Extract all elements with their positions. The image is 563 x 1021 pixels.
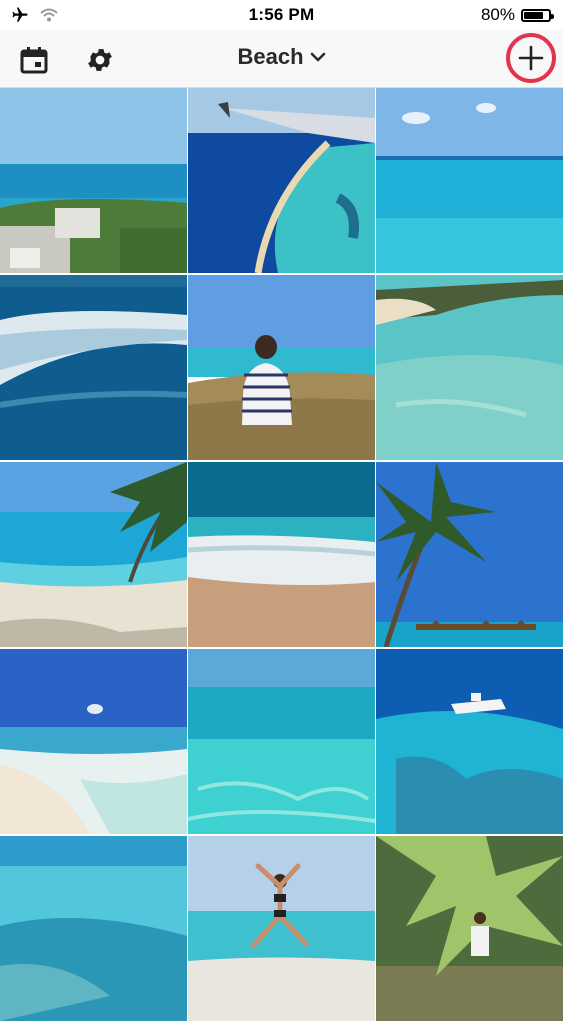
add-button[interactable] <box>506 33 556 83</box>
photo-tile[interactable] <box>0 836 187 1021</box>
battery-icon <box>521 8 554 22</box>
status-right: 80% <box>480 5 554 25</box>
plus-icon <box>518 45 544 71</box>
photo-tile[interactable] <box>0 649 187 834</box>
battery-percent: 80% <box>480 5 515 24</box>
photo-tile[interactable] <box>376 462 563 647</box>
photo-tile[interactable] <box>376 836 563 1021</box>
status-time: 1:56 PM <box>248 5 315 24</box>
photo-tile[interactable] <box>0 275 187 460</box>
photo-tile[interactable] <box>188 836 375 1021</box>
photo-tile[interactable] <box>188 462 375 647</box>
photo-tile[interactable] <box>376 649 563 834</box>
photo-tile[interactable] <box>0 462 187 647</box>
photo-tile[interactable] <box>188 649 375 834</box>
photo-tile[interactable] <box>376 88 563 273</box>
photo-tile[interactable] <box>188 275 375 460</box>
photo-tile[interactable] <box>0 88 187 273</box>
album-title-dropdown[interactable]: Beach <box>0 44 563 70</box>
photo-tile[interactable] <box>376 275 563 460</box>
photo-grid <box>0 88 563 1021</box>
photo-tile[interactable] <box>188 88 375 273</box>
status-bar: 1:56 PM 80% <box>0 0 563 30</box>
chevron-down-icon <box>310 52 325 62</box>
album-title: Beach <box>237 44 304 69</box>
nav-bar: Beach <box>0 30 563 88</box>
